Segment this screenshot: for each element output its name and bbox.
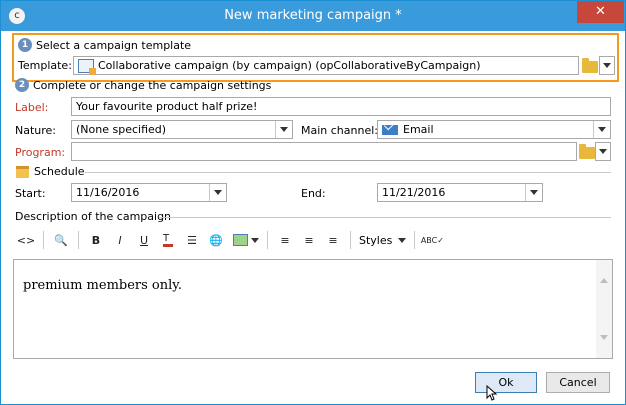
chevron-down-icon xyxy=(599,149,607,154)
schedule-divider xyxy=(85,172,611,173)
description-editor[interactable]: premium members only. xyxy=(13,259,613,359)
ok-button[interactable]: Ok xyxy=(475,372,537,393)
cancel-button[interactable]: Cancel xyxy=(546,372,610,393)
insert-link-globe-icon[interactable]: 🌐 xyxy=(207,231,225,249)
template-section: 1 Select a campaign template Template: C… xyxy=(12,33,619,82)
label-label: Label: xyxy=(15,101,49,114)
description-divider xyxy=(159,217,611,218)
window-title: New marketing campaign * xyxy=(224,8,402,23)
nature-value: (None specified) xyxy=(76,123,167,136)
dialog-content: 1 Select a campaign template Template: C… xyxy=(9,32,619,398)
dialog-window: c New marketing campaign * ✕ 1 Select a … xyxy=(0,0,626,405)
start-date-input[interactable]: 11/16/2016 xyxy=(71,183,227,202)
image-menu-chevron-icon[interactable] xyxy=(251,237,259,243)
label-value: Your favourite product half prize! xyxy=(76,100,258,113)
schedule-title: Schedule xyxy=(34,165,85,178)
italic-button[interactable]: I xyxy=(111,231,129,249)
description-title: Description of the campaign xyxy=(15,210,172,223)
bullet-list-icon[interactable]: ☰ xyxy=(183,231,201,249)
mouse-cursor-icon xyxy=(486,385,498,401)
template-label: Template: xyxy=(18,59,72,72)
program-folder-icon[interactable] xyxy=(579,144,595,159)
template-dropdown-button[interactable] xyxy=(599,56,615,75)
label-input[interactable]: Your favourite product half prize! xyxy=(71,97,611,116)
program-label: Program: xyxy=(15,146,66,159)
step-1-label: Select a campaign template xyxy=(36,38,192,52)
chevron-down-icon xyxy=(603,63,611,68)
toolbar-separator xyxy=(350,231,351,249)
insert-image-icon[interactable] xyxy=(231,231,249,249)
channel-dropdown-button[interactable] xyxy=(593,121,610,138)
description-text[interactable]: premium members only. xyxy=(23,278,182,293)
styles-dropdown[interactable]: Styles xyxy=(359,234,392,247)
channel-label: Main channel: xyxy=(301,124,378,137)
styles-chevron-icon[interactable] xyxy=(398,237,407,243)
align-left-icon[interactable]: ≡ xyxy=(276,231,294,249)
chevron-down-icon xyxy=(598,127,606,132)
end-date-value: 11/21/2016 xyxy=(382,186,446,199)
program-input[interactable] xyxy=(71,142,577,161)
template-field[interactable]: Collaborative campaign (by campaign) (op… xyxy=(73,56,579,75)
nature-select[interactable]: (None specified) xyxy=(71,120,293,139)
toolbar-separator xyxy=(414,231,416,249)
toolbar-separator xyxy=(78,231,79,249)
template-icon xyxy=(78,58,96,75)
channel-select[interactable]: Email xyxy=(377,117,611,139)
start-date-value: 11/16/2016 xyxy=(76,186,140,199)
calendar-icon xyxy=(16,166,29,178)
template-value: Collaborative campaign (by campaign) (op… xyxy=(98,59,481,72)
start-date-dropdown-button[interactable] xyxy=(209,184,226,201)
underline-button[interactable]: U xyxy=(135,231,153,249)
program-dropdown-button[interactable] xyxy=(595,142,611,161)
editor-scrollbar[interactable] xyxy=(596,260,612,358)
title-bar[interactable]: c New marketing campaign * ✕ xyxy=(1,1,625,31)
toolbar-separator xyxy=(267,231,268,249)
step-2-label: Complete or change the campaign settings xyxy=(33,78,272,92)
step-1: 1 Select a campaign template xyxy=(18,38,191,52)
chevron-down-icon xyxy=(214,190,222,195)
bold-button[interactable]: B xyxy=(87,231,105,249)
editor-toolbar: <> 🔍 B I U T ☰ 🌐 ≡ ≡ ≡ Styles ABC✓ xyxy=(13,227,613,253)
step-2-badge: 2 xyxy=(15,78,29,92)
step-2: 2 Complete or change the campaign settin… xyxy=(15,78,271,92)
email-icon xyxy=(382,117,398,135)
nature-dropdown-button[interactable] xyxy=(275,121,292,138)
close-button[interactable]: ✕ xyxy=(577,1,624,23)
text-color-icon[interactable]: T xyxy=(159,231,177,249)
scroll-up-icon[interactable] xyxy=(600,278,608,283)
start-label: Start: xyxy=(15,187,46,200)
chevron-down-icon xyxy=(530,190,538,195)
end-date-input[interactable]: 11/21/2016 xyxy=(377,183,543,202)
end-label: End: xyxy=(301,187,326,200)
scroll-down-icon[interactable] xyxy=(600,335,608,340)
step-1-badge: 1 xyxy=(18,38,32,52)
nature-label: Nature: xyxy=(15,124,57,137)
end-date-dropdown-button[interactable] xyxy=(525,184,542,201)
spellcheck-icon[interactable]: ABC✓ xyxy=(421,231,444,249)
channel-value: Email xyxy=(403,123,434,136)
toolbar-separator xyxy=(43,231,44,249)
find-binoculars-icon[interactable]: 🔍 xyxy=(52,231,70,249)
source-code-icon[interactable]: <> xyxy=(17,231,35,249)
align-right-icon[interactable]: ≡ xyxy=(324,231,342,249)
template-folder-icon[interactable] xyxy=(582,58,598,73)
chevron-down-icon xyxy=(280,127,288,132)
align-center-icon[interactable]: ≡ xyxy=(300,231,318,249)
